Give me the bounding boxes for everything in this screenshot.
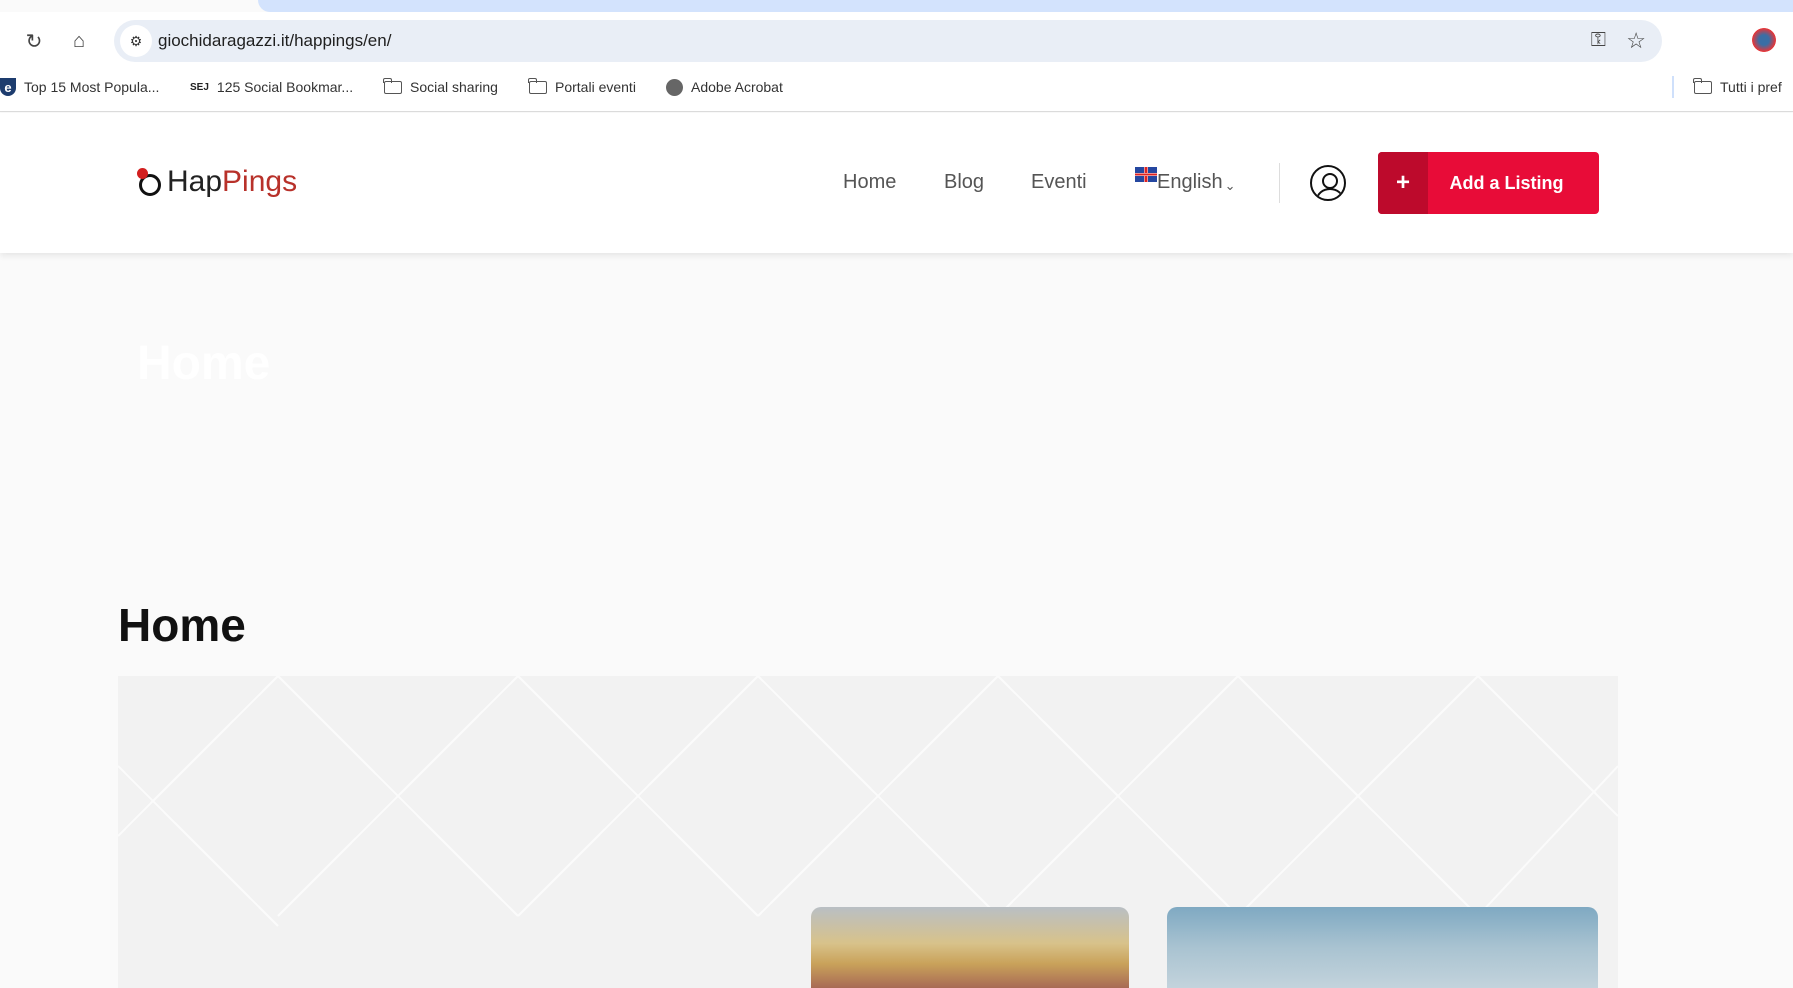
home-icon[interactable]: ⌂ [64,26,94,56]
folder-icon [1693,77,1712,94]
globe-icon [666,78,683,96]
event-card-image[interactable] [811,907,1129,988]
tab-strip [258,0,1793,12]
all-bookmarks-folder[interactable]: Tutti i pref [1693,76,1782,98]
logo-text-accent: Pings [222,165,298,198]
bookmark-item[interactable]: SEJ 125 Social Bookmar... [190,76,353,98]
site-info-icon[interactable]: ⚙ [120,25,152,57]
nav-eventi[interactable]: Eventi [1031,171,1087,194]
bookmark-label: 125 Social Bookmar... [216,79,354,95]
site-header: HapPings Home Blog Eventi English ⌄ + Ad… [0,113,1793,253]
event-card-image[interactable] [1167,907,1598,988]
language-label: English [1157,171,1223,193]
page-banner-title: Home [137,337,271,390]
logo-pin-clock-icon [137,168,163,196]
folder-icon [383,77,402,94]
bookmark-item[interactable]: Adobe Acrobat [666,76,783,98]
header-divider [1279,163,1280,203]
logo-text: Hap [167,165,223,198]
bookmark-label: Tutti i pref [1720,79,1782,95]
user-account-icon[interactable] [1310,165,1346,201]
add-listing-button[interactable]: + Add a Listing [1378,152,1599,214]
language-selector[interactable]: English ⌄ [1135,167,1236,194]
reload-icon[interactable]: ↻ [19,26,49,56]
bookmark-label: Portali eventi [555,79,636,95]
bookmark-label: Adobe Acrobat [691,79,783,95]
bookmark-folder[interactable]: Social sharing [383,76,498,98]
chevron-down-icon: ⌄ [1224,178,1236,193]
bookmark-item[interactable]: e Top 15 Most Popula... [0,76,159,98]
nav-blog[interactable]: Blog [944,171,984,194]
bookmark-label: Social sharing [410,79,498,95]
key-icon[interactable]: ⚿ [1591,29,1606,52]
plus-icon: + [1378,152,1428,214]
add-listing-label: Add a Listing [1449,172,1564,193]
nav-home[interactable]: Home [843,171,896,194]
url-text[interactable]: giochidaragazzi.it/happings/en/ [158,31,391,51]
address-bar[interactable]: ⚙ giochidaragazzi.it/happings/en/ ⚿ ☆ [114,20,1662,62]
star-icon[interactable]: ☆ [1626,28,1646,54]
e-icon: e [0,78,16,96]
uk-flag-icon [1135,167,1157,182]
folder-icon [528,77,547,94]
bookmark-folder[interactable]: Portali eventi [528,76,636,98]
profile-avatar[interactable] [1752,28,1776,52]
logo[interactable]: HapPings [137,165,297,199]
page-title: Home [118,599,246,651]
bookmark-label: Top 15 Most Popula... [24,79,160,95]
bookmark-divider [1672,76,1674,98]
sej-icon: SEJ [190,81,209,93]
